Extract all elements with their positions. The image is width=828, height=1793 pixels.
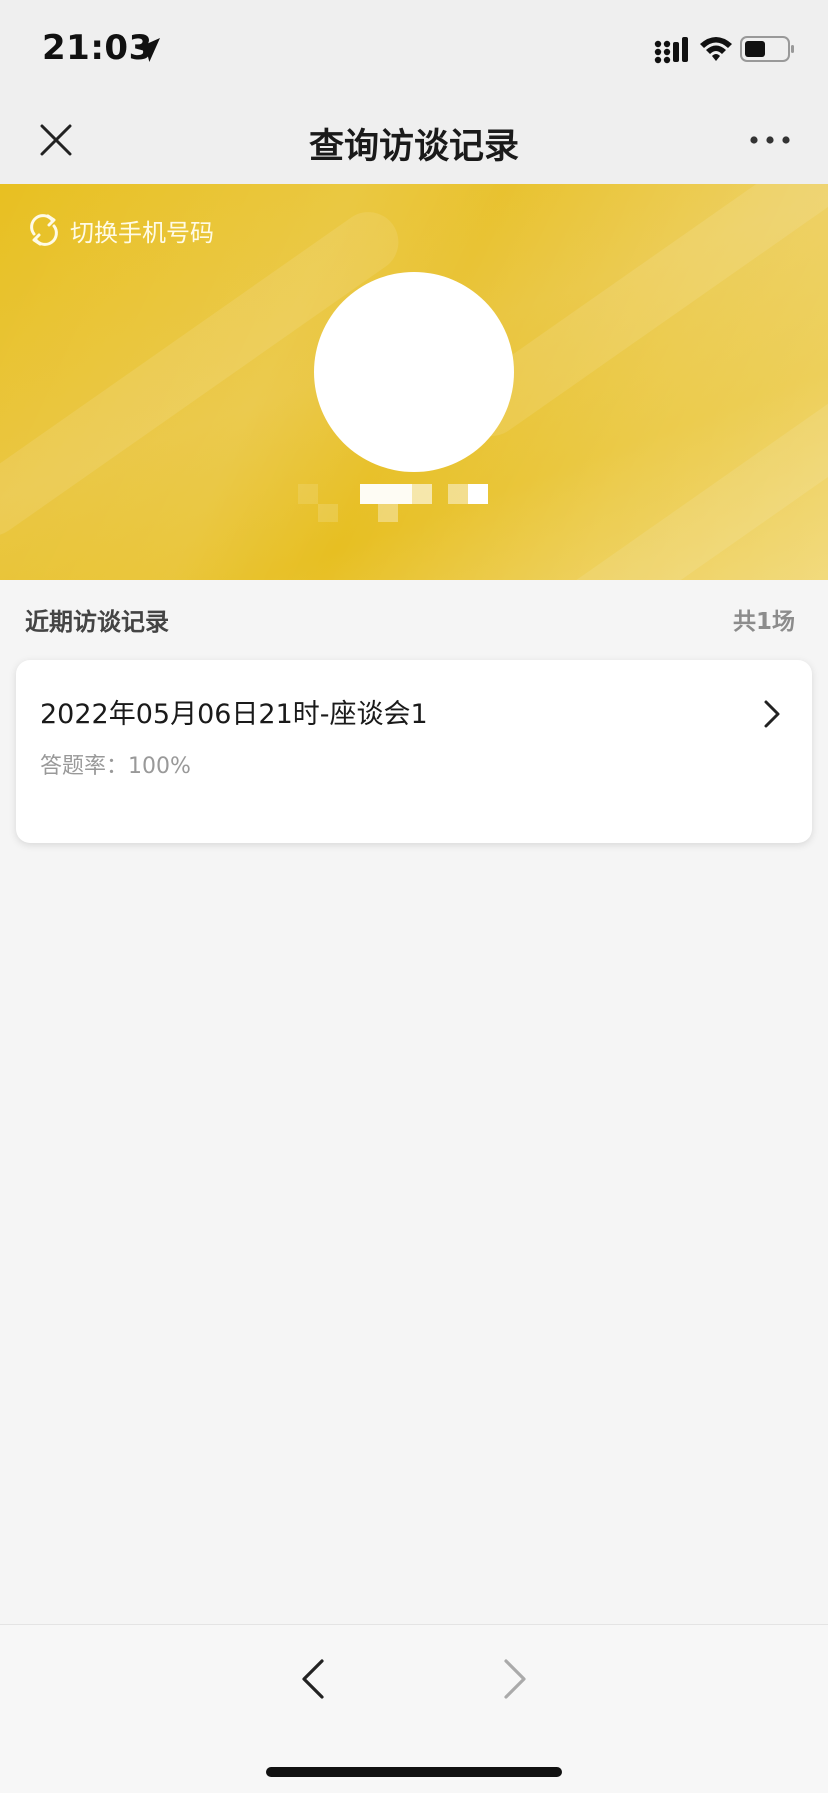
bottom-toolbar: [0, 1624, 828, 1793]
chevron-left-icon[interactable]: [298, 1657, 328, 1701]
page-title: 查询访谈记录: [308, 127, 519, 167]
battery-icon: [740, 36, 794, 62]
avatar: [314, 272, 514, 472]
records-count: 共1场: [732, 609, 795, 635]
status-bar: 21:03: [0, 0, 828, 100]
record-title: 2022年05月06日21时-座谈会1: [40, 699, 428, 730]
records-section-title: 近期访谈记录: [25, 608, 169, 636]
switch-phone-button[interactable]: 切换手机号码: [26, 210, 214, 250]
records-section-header: 近期访谈记录 共1场: [0, 580, 828, 656]
chevron-right-icon: [504, 1659, 526, 1699]
masked-user-name: [298, 484, 504, 524]
refresh-icon: [30, 214, 58, 246]
location-arrow-icon: [136, 38, 160, 62]
more-icon[interactable]: [748, 130, 792, 150]
chevron-right-icon: [764, 700, 780, 728]
record-card[interactable]: 2022年05月06日21时-座谈会1 答题率：100%: [16, 660, 812, 843]
signal-icon: [654, 37, 688, 64]
record-answer-rate: 答题率：100%: [40, 754, 191, 779]
profile-banner: 切换手机号码: [0, 184, 828, 580]
wifi-icon: [700, 37, 732, 61]
switch-phone-label: 切换手机号码: [70, 218, 214, 247]
home-indicator: [266, 1767, 562, 1777]
nav-bar: 查询访谈记录: [0, 100, 828, 184]
